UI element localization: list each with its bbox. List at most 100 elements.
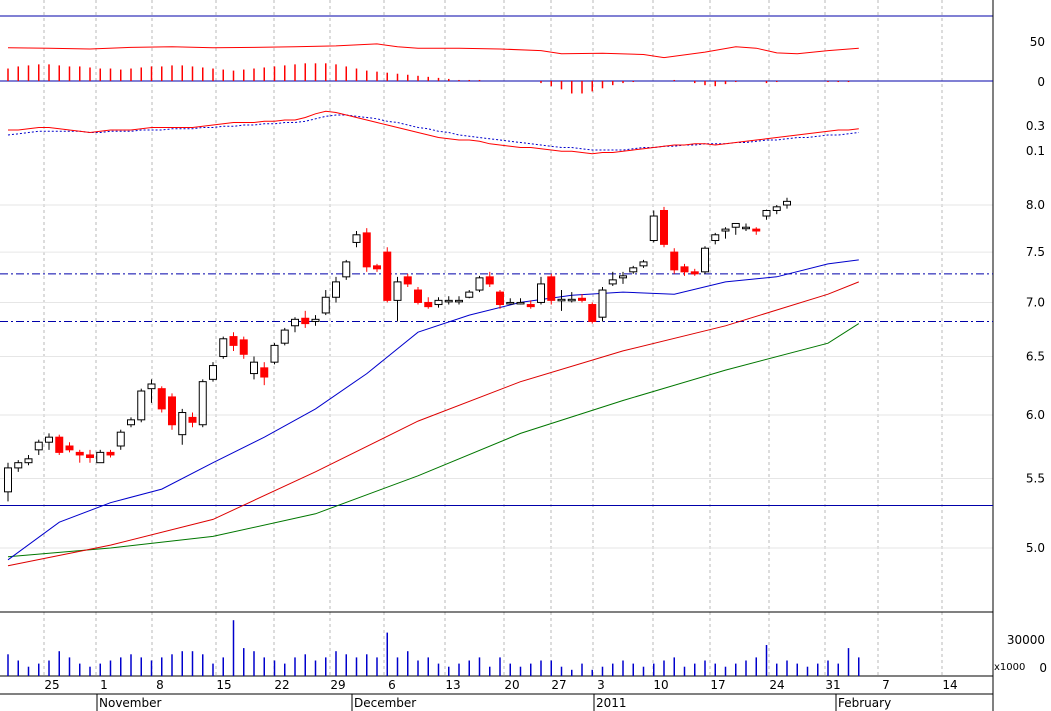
candle-body <box>783 200 791 206</box>
candle <box>660 206 668 248</box>
price-tick-label: 6.5 <box>1026 350 1045 364</box>
candle <box>157 386 166 413</box>
candle-body <box>34 441 43 451</box>
osc-tick-label: 0 <box>1037 75 1045 89</box>
candle <box>475 275 484 293</box>
candle <box>701 246 709 274</box>
candle-body <box>96 451 105 464</box>
candle-body <box>690 271 699 275</box>
candle-body <box>670 251 679 271</box>
candle <box>168 393 176 430</box>
candle-body <box>75 451 84 456</box>
candle-body <box>762 209 771 217</box>
candle-body <box>414 289 422 303</box>
candle-body <box>742 226 750 230</box>
candle <box>198 379 207 428</box>
x-tick-label: 17 <box>710 678 725 692</box>
candle-body <box>229 336 238 346</box>
candle-body <box>209 365 217 380</box>
candle-body <box>301 317 310 325</box>
price-tick-label: 6.0 <box>1026 408 1045 422</box>
candle-body <box>280 329 289 344</box>
candle-body <box>649 215 658 242</box>
candle-body <box>547 276 556 301</box>
x-tick-label: 8 <box>156 678 164 692</box>
candle-body <box>506 301 515 305</box>
x-tick-label: 13 <box>445 678 460 692</box>
candle-body <box>55 436 64 453</box>
candle <box>270 343 279 365</box>
candle <box>280 327 289 346</box>
candle-body <box>537 283 545 303</box>
x-tick-label: 25 <box>44 678 59 692</box>
candle-body <box>14 462 23 469</box>
candle-body <box>629 267 638 273</box>
month-label: December <box>354 696 416 710</box>
candle <box>670 248 679 274</box>
candle-body <box>526 304 535 308</box>
candle-body <box>198 381 207 426</box>
candle-body <box>711 234 720 242</box>
candle-body <box>393 281 402 301</box>
candle <box>588 302 597 324</box>
candle-body <box>567 298 576 302</box>
x-tick-label: 3 <box>597 678 605 692</box>
candle-body <box>352 234 361 243</box>
macd-tick-label: 0.1 <box>1026 144 1045 158</box>
candle-body <box>65 445 74 451</box>
x-tick-label: 20 <box>504 678 519 692</box>
candle-body <box>311 318 320 322</box>
candle <box>362 228 371 272</box>
volume-tick-label: 30000 <box>1007 633 1045 647</box>
candle-body <box>332 281 340 298</box>
macd-tick-label: 0.3 <box>1026 119 1045 133</box>
candle-body <box>557 298 566 302</box>
candle-body <box>516 301 525 305</box>
candle <box>219 336 228 359</box>
candle-body <box>157 388 166 410</box>
candle-body <box>752 228 761 232</box>
candle-body <box>475 277 484 291</box>
candle-body <box>362 232 371 268</box>
candle-body <box>178 412 187 436</box>
candle-body <box>24 458 33 464</box>
candle-body <box>147 383 156 390</box>
candle-body <box>403 276 412 285</box>
price-tick-label: 7.0 <box>1026 295 1045 309</box>
candle-body <box>219 338 228 358</box>
x-tick-label: 1 <box>100 678 108 692</box>
x-tick-label: 7 <box>882 678 890 692</box>
candle <box>209 362 217 382</box>
x-tick-label: 10 <box>653 678 668 692</box>
month-label: November <box>99 696 161 710</box>
candle-body <box>772 206 781 211</box>
candle-body <box>639 261 648 267</box>
x-tick-label: 24 <box>769 678 784 692</box>
candle-body <box>321 296 330 314</box>
candle-body <box>434 299 443 306</box>
candle-body <box>383 251 392 301</box>
candle-body <box>250 361 258 375</box>
candle <box>414 286 422 305</box>
candle-body <box>4 467 12 493</box>
candle-body <box>116 431 125 447</box>
volume-unit-label: x1000 <box>994 662 1025 673</box>
price-tick-label: 7.5 <box>1026 245 1045 259</box>
candle-body <box>701 247 709 273</box>
candle-body <box>342 261 351 278</box>
candle-body <box>106 451 115 456</box>
candle <box>547 273 556 305</box>
month-label: 2011 <box>596 696 627 710</box>
candle-body <box>588 304 597 322</box>
candle <box>383 247 392 303</box>
candle-body <box>485 276 494 285</box>
candle-body <box>127 419 135 426</box>
candle-body <box>721 228 730 232</box>
candle-body <box>188 416 197 423</box>
candle-body <box>455 299 463 303</box>
volume-tick-label: 0 <box>1039 661 1047 675</box>
x-tick-label: 15 <box>216 678 231 692</box>
candle-body <box>137 390 146 421</box>
chart-background <box>0 0 1051 711</box>
candle-body <box>373 265 381 270</box>
